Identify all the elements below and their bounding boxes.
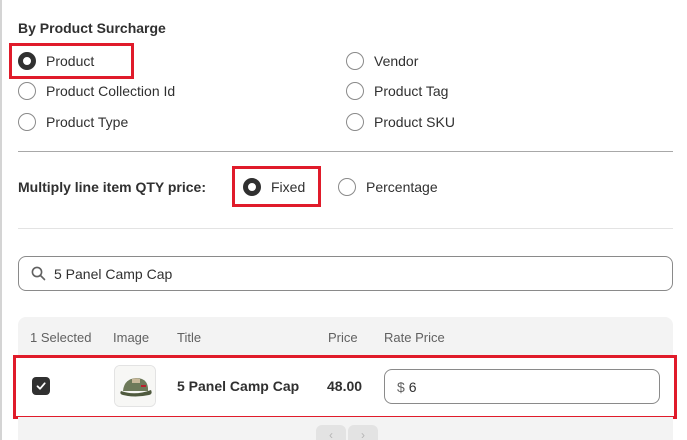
currency-prefix: $ <box>397 378 405 395</box>
multiply-qty-label: Multiply line item QTY price: <box>18 179 206 195</box>
table-footer: ‹ › <box>18 417 673 440</box>
section-divider <box>18 151 673 152</box>
radio-fixed-label: Fixed <box>271 179 306 195</box>
pagination: ‹ › <box>316 425 378 440</box>
header-price: Price <box>328 330 358 345</box>
radio-product-tag-label: Product Tag <box>374 83 449 99</box>
section-divider-light <box>18 228 673 229</box>
radio-product-collection-id-indicator[interactable] <box>18 82 36 100</box>
product-search-input[interactable] <box>54 265 634 282</box>
radio-product-sku-label: Product SKU <box>374 114 455 130</box>
radio-product-sku-indicator[interactable] <box>346 113 364 131</box>
radio-product-collection-id-label: Product Collection Id <box>46 83 176 99</box>
pagination-next-button[interactable]: › <box>348 425 378 440</box>
checkmark-icon <box>36 382 46 390</box>
radio-product-type-label: Product Type <box>46 114 129 130</box>
header-image: Image <box>113 330 150 345</box>
radio-product-label: Product <box>46 53 95 69</box>
radio-percentage[interactable]: Percentage <box>338 178 438 196</box>
table-row[interactable]: 5 Panel Camp Cap 48.00 $ <box>18 357 673 417</box>
product-thumbnail <box>114 365 156 407</box>
radio-product-tag[interactable]: Product Tag <box>346 82 448 100</box>
pagination-prev-button[interactable]: ‹ <box>316 425 346 440</box>
radio-vendor[interactable]: Vendor <box>346 52 418 70</box>
radio-vendor-indicator[interactable] <box>346 52 364 70</box>
product-price: 48.00 <box>327 378 363 394</box>
product-search-field[interactable] <box>18 256 673 291</box>
radio-percentage-label: Percentage <box>366 179 438 195</box>
row-checkbox[interactable] <box>32 377 50 395</box>
radio-product-type[interactable]: Product Type <box>18 113 128 131</box>
rate-price-field[interactable]: $ <box>384 369 660 404</box>
product-title: 5 Panel Camp Cap <box>177 378 300 394</box>
radio-fixed[interactable]: Fixed <box>243 178 305 196</box>
radio-fixed-indicator[interactable] <box>243 178 261 196</box>
header-selected-count: 1 Selected <box>30 330 92 345</box>
radio-product-collection-id[interactable]: Product Collection Id <box>18 82 175 100</box>
radio-product[interactable]: Product <box>18 52 94 70</box>
radio-product-tag-indicator[interactable] <box>346 82 364 100</box>
header-title: Title <box>177 330 202 345</box>
table-header: 1 Selected Image Title Price Rate Price <box>18 317 673 357</box>
search-icon <box>31 266 46 281</box>
radio-product-sku[interactable]: Product SKU <box>346 113 455 131</box>
cap-image-icon <box>115 366 155 406</box>
radio-percentage-indicator[interactable] <box>338 178 356 196</box>
chevron-right-icon: › <box>361 428 365 440</box>
header-rate-price: Rate Price <box>384 330 445 345</box>
radio-product-indicator[interactable] <box>18 52 36 70</box>
rate-price-input[interactable] <box>408 378 639 395</box>
radio-vendor-label: Vendor <box>374 53 419 69</box>
radio-product-type-indicator[interactable] <box>18 113 36 131</box>
chevron-left-icon: ‹ <box>329 428 333 440</box>
panel-left-border <box>0 0 2 440</box>
surcharge-section-title: By Product Surcharge <box>18 20 166 36</box>
